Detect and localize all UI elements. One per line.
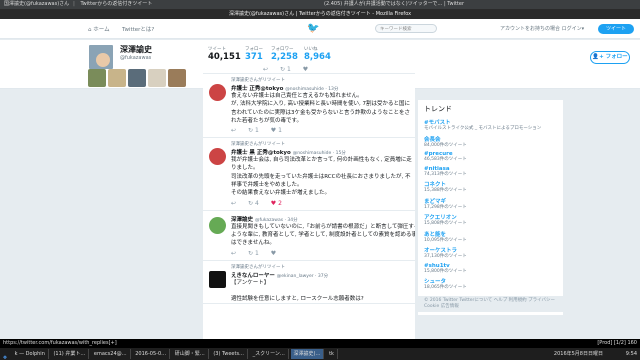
avatar[interactable] bbox=[209, 270, 226, 288]
media-thumbnails bbox=[87, 68, 203, 88]
taskbar-app[interactable]: _スクリーン… bbox=[250, 349, 289, 359]
twitter-nav: ⌂ ホーム Twitterとは? 🐦 キーワード検索 アカウントをお持ちの場合 … bbox=[0, 19, 640, 39]
taskbar-app[interactable]: (3) Tweets… bbox=[210, 349, 249, 359]
stat-tweets[interactable]: ツイート 40,151 bbox=[208, 46, 241, 62]
window-title: 深澤諭史(@fukazawas)さん | Twitterからの返信付きツイート … bbox=[0, 9, 640, 19]
reply-icon[interactable]: ↩ bbox=[263, 66, 268, 73]
nav-about[interactable]: Twitterとは? bbox=[122, 25, 154, 33]
stat-likes[interactable]: いいね 8,964 bbox=[304, 46, 331, 62]
taskbar: ❖ k — Dolphin (11) 弁業ト… emacs24@… 2016-0… bbox=[0, 348, 640, 360]
retweet-icon[interactable]: ↻ 4 bbox=[248, 200, 259, 207]
tweet[interactable]: 深澤諭史 @fukazawas · 34分 直接見聞きもしていないのに,「お前ら… bbox=[203, 211, 415, 261]
tweet[interactable]: 深澤諭史さんがリツイート 弁護士 黒 正秀@tokyo @noshimasuhi… bbox=[203, 138, 415, 211]
tweet-text: 我が弁護士会は, 自ら司法改革とか言って, 何の計画性もなく, 定員増に走 りまし… bbox=[231, 157, 412, 197]
tweet-actions: ↩ ↻ 4 ♥ 2 bbox=[203, 198, 415, 210]
avatar[interactable] bbox=[209, 84, 226, 101]
trends-panel: トレンド #モバスト モバイルストライク公式 _ モバストによるプロモーション 会… bbox=[418, 100, 563, 315]
retweet-label: 深澤諭史さんがリツイート bbox=[231, 78, 285, 83]
add-user-icon: 👤+ bbox=[592, 54, 606, 60]
browser-tab[interactable]: Twitterからの返信付きツイート bbox=[76, 0, 156, 9]
start-menu-icon[interactable]: ❖ bbox=[0, 352, 10, 360]
reply-icon[interactable]: ↩ bbox=[231, 127, 236, 134]
tweet-text: 【アンケート】 適性試験を任意にしますと, ロースクール志願者数は? bbox=[231, 279, 364, 303]
trend-item[interactable]: コネクト 15,388件のツイート bbox=[424, 180, 557, 194]
reply-icon[interactable]: ↩ bbox=[231, 200, 236, 207]
trend-item[interactable]: #precure 46,583件のツイート bbox=[424, 151, 557, 163]
tweet[interactable]: 深澤諭史さんがリツイート 弁護士 正秀@tokyo @noshimasuhide… bbox=[203, 74, 415, 139]
status-url: https://twitter.com/fukazawas/with_repli… bbox=[3, 340, 117, 346]
status-line: https://twitter.com/fukazawas/with_repli… bbox=[0, 339, 640, 348]
media-thumbnail[interactable] bbox=[128, 69, 146, 87]
trend-item[interactable]: シュータ 18,065件のツイート bbox=[424, 277, 557, 291]
stat-following[interactable]: フォロー 371 bbox=[245, 46, 263, 62]
browser-tab-bar: 国澤諭史(@fukazawas)さん | Twitterからの返信付きツイート (… bbox=[0, 0, 640, 9]
media-thumbnail[interactable] bbox=[148, 69, 166, 87]
media-thumbnail[interactable] bbox=[168, 69, 186, 87]
like-icon[interactable]: ♥ 2 bbox=[271, 200, 282, 207]
trend-item[interactable]: #nitiasa 74,313件のツイート bbox=[424, 166, 557, 178]
status-right: [Prod] [1/2] 160 bbox=[597, 340, 637, 346]
taskbar-app[interactable]: k — Dolphin bbox=[12, 349, 49, 359]
twitter-bird-icon[interactable]: 🐦 bbox=[307, 23, 319, 34]
trend-item[interactable]: アクエリオン 15,808件のツイート bbox=[424, 213, 557, 227]
tweet-button[interactable]: ツイート bbox=[598, 24, 634, 34]
tweet[interactable]: 深澤諭史さんがリツイート えきなんローヤー @ekinan_lawyer · 3… bbox=[203, 261, 415, 305]
taskbar-app[interactable]: (11) 弁業ト… bbox=[50, 349, 90, 359]
footer-links[interactable]: © 2016 Twitter Twitterについて ヘルプ 利用規約 プライバ… bbox=[418, 296, 563, 312]
login-link[interactable]: アカウントをお持ちの場合 ログイン▾ bbox=[500, 25, 584, 32]
stat-value: 8,964 bbox=[304, 52, 331, 62]
stat-value: 371 bbox=[245, 52, 263, 62]
taskbar-app[interactable]: tk bbox=[326, 349, 338, 359]
stat-value: 40,151 bbox=[208, 52, 241, 62]
tweet-author[interactable]: 弁護士 黒 正秀@tokyo @noshimasuhide · 15分 bbox=[203, 147, 415, 156]
tweet-text: 直接見聞きもしていないのに,「お前らが請書の根源だ」と断言して弾圧する ような輩に… bbox=[231, 223, 415, 247]
trend-item[interactable]: #shu1tv 15,800件のツイート bbox=[424, 263, 557, 275]
reply-icon[interactable]: ↩ bbox=[231, 250, 236, 257]
tweet-actions: ↩ ↻ 1 ♥ 1 bbox=[203, 125, 415, 137]
tweet-stream: ↩ ↻ 1 ♥ 深澤諭史さんがリツイート 弁護士 正秀@tokyo @noshima… bbox=[203, 66, 415, 351]
profile-handle: @fukazawas bbox=[120, 55, 152, 61]
like-icon[interactable]: ♥ bbox=[271, 250, 276, 257]
tweet-actions-prev: ↩ ↻ 1 ♥ bbox=[203, 66, 415, 74]
media-thumbnail[interactable] bbox=[88, 69, 106, 87]
tweet-text: 食えない弁護士は自己責任と言えるかも知れません。 が, 法科大学院に入り, 高い授… bbox=[231, 93, 411, 124]
trend-item[interactable]: オーケストラ 37,130件のツイート bbox=[424, 246, 557, 260]
tweet-author[interactable]: 深澤諭史 @fukazawas · 34分 bbox=[203, 214, 415, 223]
nav-home[interactable]: ⌂ ホーム bbox=[88, 25, 110, 33]
follow-button[interactable]: 👤+ フォロー bbox=[590, 51, 630, 64]
browser-tab[interactable]: 国澤諭史(@fukazawas)さん bbox=[0, 0, 73, 9]
like-icon[interactable]: ♥ bbox=[303, 66, 308, 73]
tweet-author[interactable]: えきなんローヤー @ekinan_lawyer · 37分 bbox=[203, 270, 415, 279]
stat-value: 2,258 bbox=[271, 52, 298, 62]
profile-name[interactable]: 深澤諭史 bbox=[120, 44, 152, 55]
taskbar-app[interactable]: 研山脚・緊… bbox=[172, 349, 209, 359]
taskbar-clock[interactable]: 9:54 bbox=[626, 348, 637, 360]
trend-item[interactable]: #モバスト モバイルストライク公式 _ モバストによるプロモーション bbox=[424, 118, 557, 132]
browser-tab-extra[interactable]: (2.405) 弁護人が(弁護活動ではなく)ツイッターで… | Twitter bbox=[320, 0, 468, 9]
taskbar-app[interactable]: 2016-05-0… bbox=[132, 349, 171, 359]
retweet-icon[interactable]: ↻ 1 bbox=[248, 250, 259, 257]
search-input[interactable]: キーワード検索 bbox=[375, 24, 437, 33]
trend-item[interactable]: あと能を 10,095件のツイート bbox=[424, 230, 557, 244]
media-thumbnail[interactable] bbox=[108, 69, 126, 87]
stat-followers[interactable]: フォロワー 2,258 bbox=[271, 46, 298, 62]
trend-item[interactable]: 会長会 84,000件のツイート bbox=[424, 135, 557, 149]
taskbar-app[interactable]: emacs24@… bbox=[91, 349, 131, 359]
taskbar-app-active[interactable]: 深澤諭史(… bbox=[290, 349, 325, 359]
retweet-icon[interactable]: ↻ 1 bbox=[248, 127, 259, 134]
retweet-label: 深澤諭史さんがリツイート bbox=[231, 142, 285, 148]
avatar[interactable] bbox=[209, 216, 226, 234]
taskbar-date: 2016年5月8日日曜日 bbox=[553, 351, 603, 357]
tweet-actions: ↩ ↻ 1 ♥ bbox=[203, 248, 415, 260]
profile-avatar[interactable] bbox=[87, 43, 115, 71]
trends-title: トレンド bbox=[424, 105, 452, 113]
retweet-icon[interactable]: ↻ 1 bbox=[280, 66, 291, 73]
like-icon[interactable]: ♥ 1 bbox=[271, 127, 282, 134]
retweet-label: 深澤諭史さんがリツイート bbox=[231, 264, 285, 270]
trend-item[interactable]: まどマギ 17,298件のツイート bbox=[424, 197, 557, 211]
tweet-author[interactable]: 弁護士 正秀@tokyo @noshimasuhide · 13分 bbox=[203, 83, 415, 92]
